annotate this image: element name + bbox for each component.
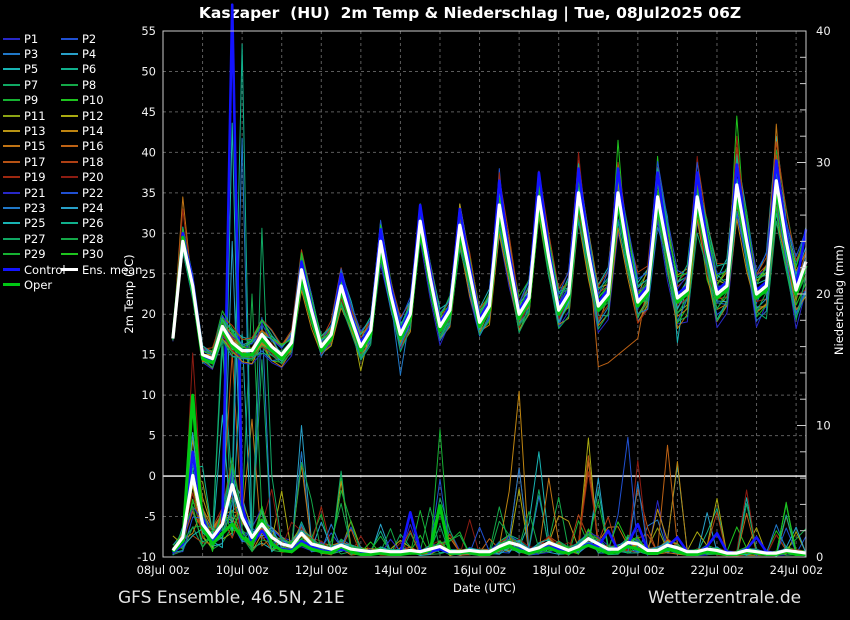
svg-text:0: 0 <box>149 469 156 483</box>
svg-text:-5: -5 <box>145 510 156 524</box>
svg-text:30: 30 <box>141 226 156 240</box>
svg-text:20: 20 <box>816 287 831 301</box>
svg-text:14Jul 00z: 14Jul 00z <box>374 563 427 577</box>
y-axis-label-temp: 2m Temp (°C) <box>122 254 136 333</box>
svg-text:50: 50 <box>141 64 156 78</box>
svg-text:16Jul 00z: 16Jul 00z <box>453 563 506 577</box>
svg-text:30: 30 <box>816 156 831 170</box>
meteogram-page: Kaszaper (HU) 2m Temp & Niederschlag | T… <box>0 0 850 620</box>
svg-text:25: 25 <box>141 267 156 281</box>
svg-text:40: 40 <box>141 145 156 159</box>
svg-text:18Jul 00z: 18Jul 00z <box>532 563 585 577</box>
svg-text:55: 55 <box>141 24 156 38</box>
svg-text:22Jul 00z: 22Jul 00z <box>691 563 744 577</box>
svg-text:12Jul 00z: 12Jul 00z <box>295 563 348 577</box>
svg-text:15: 15 <box>141 348 156 362</box>
site-credit-label: Wetterzentrale.de <box>648 588 801 608</box>
temp-series-group <box>173 116 806 375</box>
svg-text:20Jul 00z: 20Jul 00z <box>611 563 664 577</box>
svg-text:-10: -10 <box>137 550 156 564</box>
svg-text:10Jul 00z: 10Jul 00z <box>216 563 269 577</box>
svg-text:40: 40 <box>816 24 831 38</box>
svg-text:5: 5 <box>149 429 156 443</box>
svg-text:08Jul 00z: 08Jul 00z <box>137 563 190 577</box>
model-info-label: GFS Ensemble, 46.5N, 21E <box>118 588 345 608</box>
svg-text:20: 20 <box>141 307 156 321</box>
y-axis-label-precip: Niederschlag (mm) <box>832 245 846 355</box>
svg-text:0: 0 <box>816 550 823 564</box>
svg-text:10: 10 <box>816 419 831 433</box>
svg-text:45: 45 <box>141 105 156 119</box>
right-axis-ticks <box>797 57 806 530</box>
svg-text:10: 10 <box>141 388 156 402</box>
svg-text:24Jul 00z: 24Jul 00z <box>770 563 823 577</box>
svg-text:35: 35 <box>141 186 156 200</box>
